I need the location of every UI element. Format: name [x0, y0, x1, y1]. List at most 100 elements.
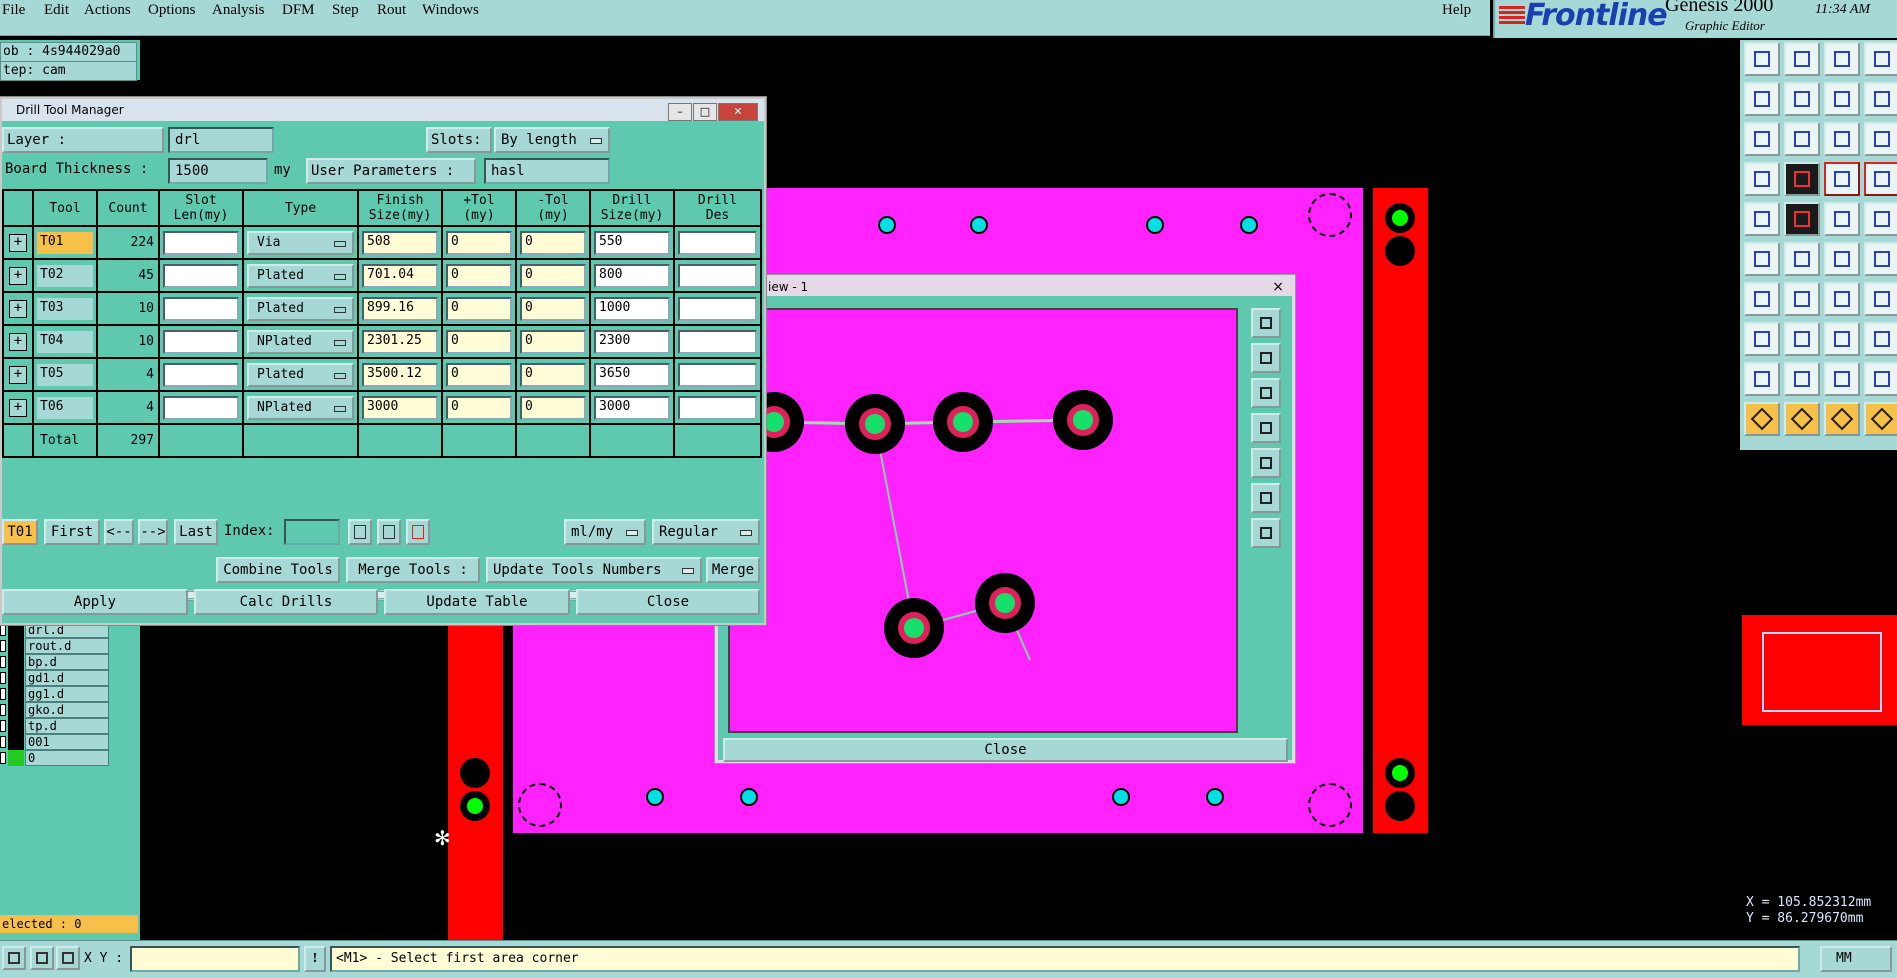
toolbar-tool-icon[interactable] — [1864, 162, 1897, 196]
layer-row[interactable]: bp.d — [0, 654, 112, 670]
toolbar-tool-icon[interactable] — [1864, 282, 1897, 316]
expand-icon[interactable]: + — [9, 266, 27, 285]
toolbar-tool-icon[interactable] — [1824, 202, 1860, 236]
layer-row[interactable]: rout.d — [0, 638, 112, 654]
toolbar-tool-icon[interactable] — [1824, 362, 1860, 396]
layer-name[interactable]: 0 — [25, 750, 109, 766]
tool-name[interactable]: T01 — [37, 231, 93, 254]
view-close-icon[interactable]: × — [1272, 278, 1284, 296]
minimize-icon[interactable]: – — [668, 103, 692, 121]
finish-size-input[interactable]: 3500.12 — [362, 362, 438, 387]
measure-icon[interactable] — [30, 946, 54, 970]
drill-des-input[interactable] — [678, 395, 757, 420]
drill-size-input[interactable]: 1000 — [594, 296, 670, 321]
toolbar-tool-icon[interactable] — [1824, 82, 1860, 116]
drill-size-input[interactable]: 3650 — [594, 362, 670, 387]
table-row[interactable]: + T03 10 Plated 899.16 0 0 1000 — [2, 291, 762, 326]
minus-tol-input[interactable]: 0 — [520, 296, 586, 321]
last-button[interactable]: Last — [174, 519, 218, 545]
layer-checkbox[interactable] — [0, 736, 6, 748]
toolbar-tool-icon[interactable] — [1784, 162, 1820, 196]
type-select[interactable]: Plated — [247, 296, 354, 321]
finish-size-input[interactable]: 3000 — [362, 395, 438, 420]
toolbar-tool-icon[interactable] — [1864, 322, 1897, 356]
layer-color-swatch[interactable] — [8, 702, 24, 718]
unit-selector[interactable]: MM — [1820, 946, 1892, 972]
toolbar-tool-icon[interactable] — [1864, 362, 1897, 396]
toolbar-tool-icon[interactable] — [1824, 122, 1860, 156]
prev-button[interactable]: <-- — [104, 519, 134, 545]
toolbar-tool-icon[interactable] — [1784, 82, 1820, 116]
user-parameters-button[interactable]: User Parameters : — [306, 158, 476, 184]
user-parameters-value[interactable]: hasl — [484, 158, 610, 184]
minus-tol-input[interactable]: 0 — [520, 263, 586, 288]
layer-name[interactable]: tp.d — [25, 718, 109, 734]
layer-row[interactable]: tp.d — [0, 718, 112, 734]
toolbar-tool-icon[interactable] — [1744, 282, 1780, 316]
toolbar-tool-icon[interactable] — [1784, 282, 1820, 316]
overview-map[interactable] — [1742, 615, 1897, 725]
finish-size-input[interactable]: 899.16 — [362, 296, 438, 321]
view-tool-up-icon[interactable] — [1251, 343, 1281, 373]
layer-name[interactable]: rout.d — [25, 638, 109, 654]
plus-tol-input[interactable]: 0 — [446, 263, 512, 288]
minus-tol-input[interactable]: 0 — [520, 329, 586, 354]
next-button[interactable]: --> — [138, 519, 168, 545]
layer-row[interactable]: gg1.d — [0, 686, 112, 702]
menu-step[interactable]: Step — [330, 2, 361, 19]
board-thickness-input[interactable]: 1500 — [168, 158, 268, 184]
tool-name[interactable]: T02 — [37, 264, 93, 287]
layer-color-swatch[interactable] — [8, 638, 24, 654]
menu-dfm[interactable]: DFM — [280, 2, 317, 19]
menu-help[interactable]: Help — [1440, 2, 1473, 19]
index-input[interactable] — [284, 519, 340, 545]
toolbar-tool-icon[interactable] — [1824, 282, 1860, 316]
layer-color-swatch[interactable] — [8, 654, 24, 670]
toolbar-tool-icon[interactable] — [1784, 322, 1820, 356]
layer-checkbox[interactable] — [0, 640, 6, 652]
drill-size-input[interactable]: 800 — [594, 263, 670, 288]
menu-file[interactable]: File — [0, 2, 27, 19]
toolbar-tool-icon[interactable] — [1864, 82, 1897, 116]
layer-row[interactable]: gko.d — [0, 702, 112, 718]
toolbar-tool-icon[interactable] — [1784, 202, 1820, 236]
layer-row[interactable]: 001 — [0, 734, 112, 750]
update-table-button[interactable]: Update Table — [384, 589, 570, 615]
menu-options[interactable]: Options — [146, 2, 198, 19]
layer-color-swatch[interactable] — [8, 750, 24, 766]
toolbar-tool-icon[interactable] — [1744, 402, 1780, 436]
toolbar-tool-icon[interactable] — [1824, 322, 1860, 356]
slot-len-input[interactable] — [163, 263, 239, 288]
menu-windows[interactable]: Windows — [420, 2, 481, 19]
slots-option-menu[interactable]: By length — [494, 127, 610, 153]
plus-tol-input[interactable]: 0 — [446, 329, 512, 354]
snap-icon[interactable] — [2, 946, 26, 970]
drill-des-input[interactable] — [678, 362, 757, 387]
xy-input[interactable] — [130, 946, 300, 972]
slot-len-input[interactable] — [163, 230, 239, 255]
slot-len-input[interactable] — [163, 329, 239, 354]
combine-tools-button[interactable]: Combine Tools — [216, 557, 340, 583]
toolbar-tool-icon[interactable] — [1864, 202, 1897, 236]
layer-name[interactable]: gd1.d — [25, 670, 109, 686]
view-tool-expand-icon[interactable] — [1251, 518, 1281, 548]
toolbar-tool-icon[interactable] — [1744, 122, 1780, 156]
update-tools-numbers-menu[interactable]: Update Tools Numbers — [486, 557, 702, 583]
drill-size-input[interactable]: 550 — [594, 230, 670, 255]
merge-button[interactable]: Merge — [706, 557, 760, 583]
view-tool-fit-icon[interactable] — [1251, 483, 1281, 513]
tool-name[interactable]: T05 — [37, 363, 93, 386]
table-row[interactable]: + T01 224 Via 508 0 0 550 — [2, 225, 762, 260]
view-tool-right-icon[interactable] — [1251, 448, 1281, 478]
table-row[interactable]: + T02 45 Plated 701.04 0 0 800 — [2, 258, 762, 293]
type-select[interactable]: NPlated — [247, 395, 354, 420]
type-select[interactable]: Plated — [247, 362, 354, 387]
finish-size-input[interactable]: 701.04 — [362, 263, 438, 288]
toolbar-tool-icon[interactable] — [1744, 322, 1780, 356]
expand-icon[interactable]: + — [9, 299, 27, 318]
menu-edit[interactable]: Edit — [42, 2, 71, 19]
drill-size-input[interactable]: 2300 — [594, 329, 670, 354]
units-option-menu[interactable]: ml/my — [564, 519, 646, 545]
toolbar-tool-icon[interactable] — [1864, 42, 1897, 76]
layer-value-field[interactable]: drl — [168, 127, 274, 153]
